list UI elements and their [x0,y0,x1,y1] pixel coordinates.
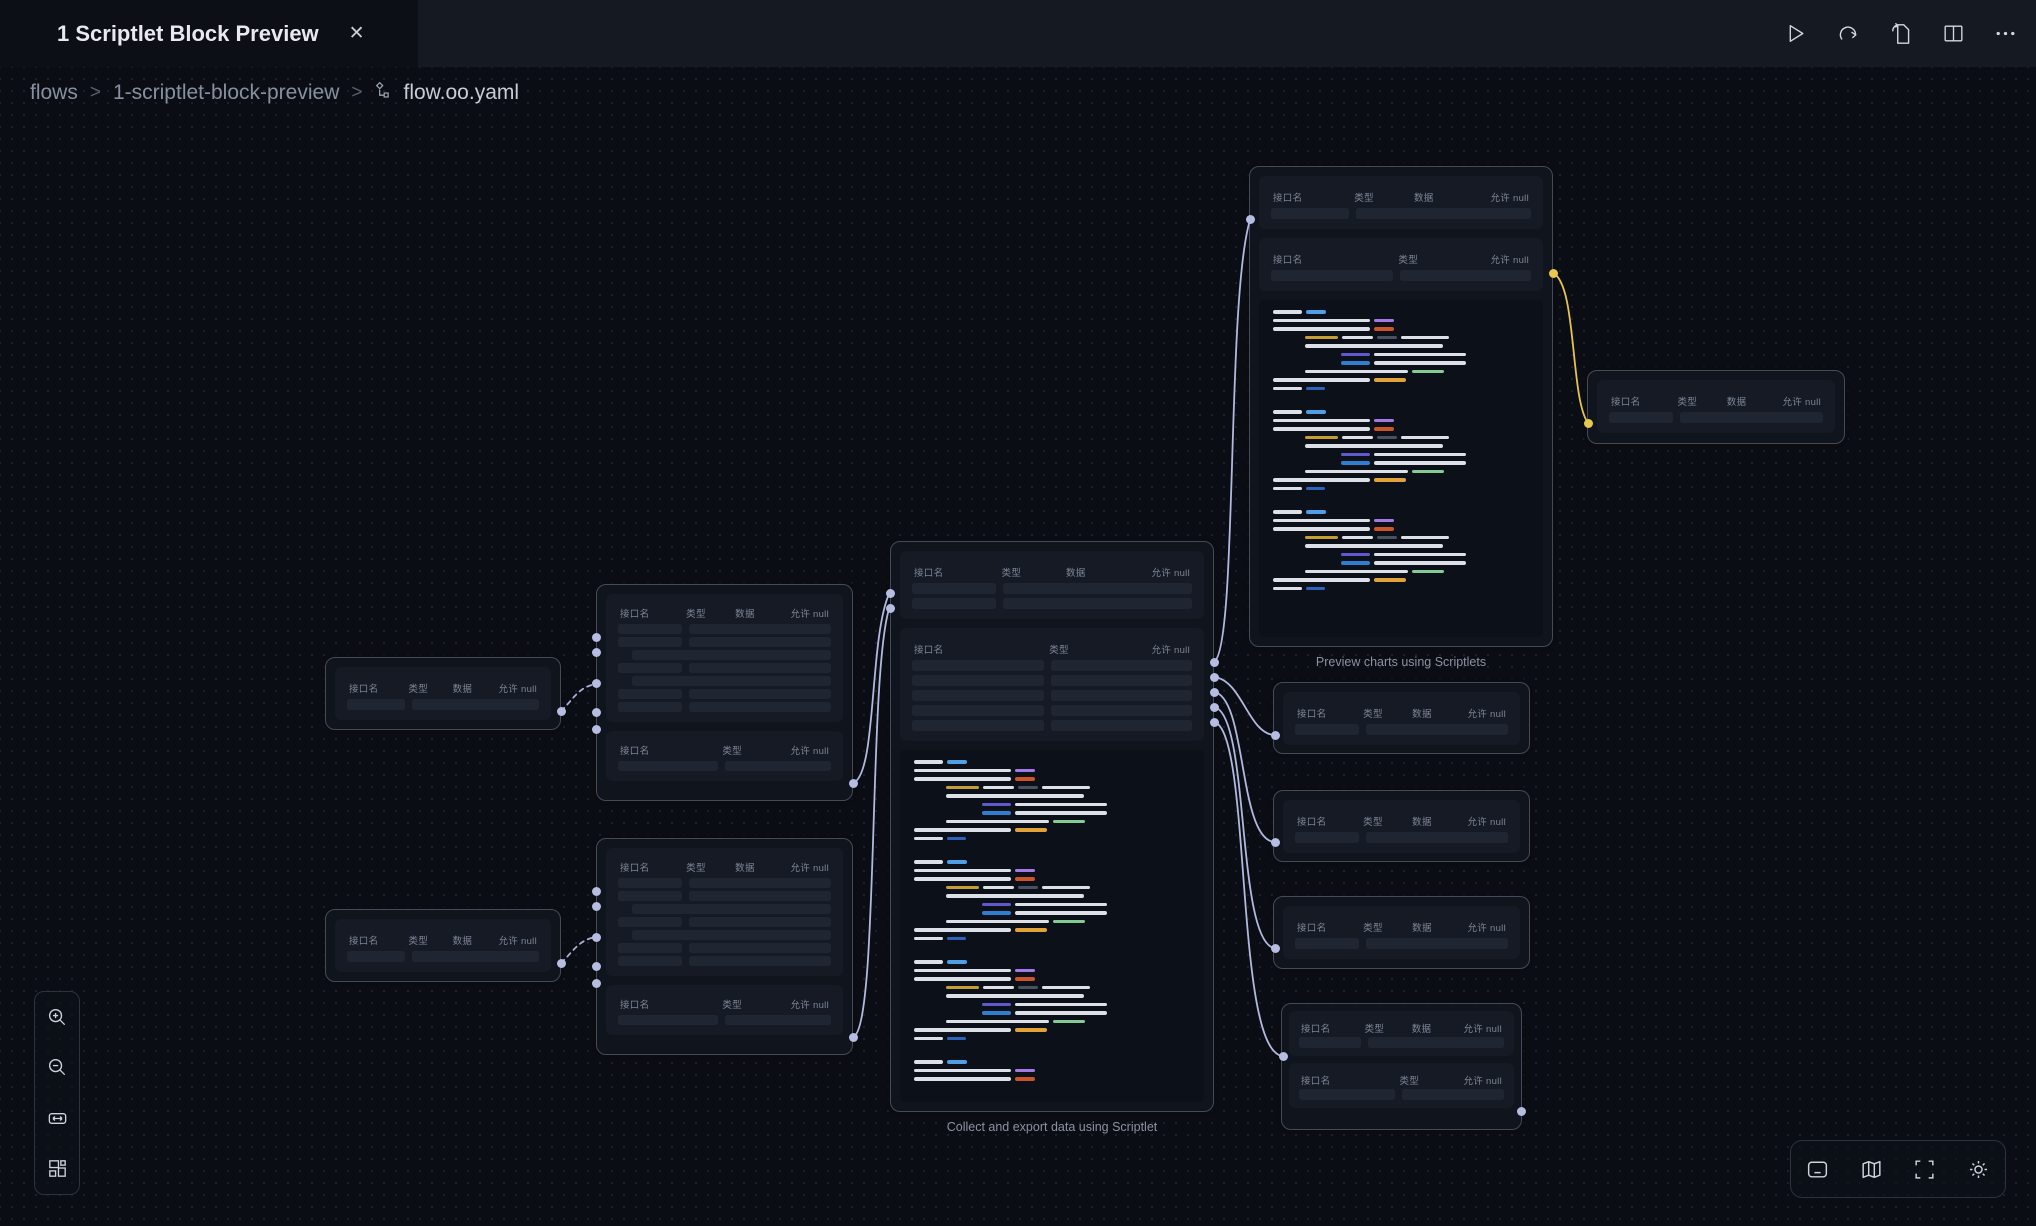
flow-edge[interactable] [853,594,889,783]
auto-layout-icon[interactable] [46,1157,69,1180]
edge-layer [0,67,2036,1226]
zoom-in-icon[interactable] [46,1006,69,1029]
breadcrumb-item-flows[interactable]: flows [30,81,78,105]
zoom-out-icon[interactable] [46,1056,69,1079]
connection-port[interactable] [1271,944,1280,953]
tab-title: 1 Scriptlet Block Preview [57,21,319,47]
connection-port[interactable] [1271,838,1280,847]
connection-port[interactable] [1210,718,1219,727]
breadcrumb: flows > 1-scriptlet-block-preview > flow… [30,81,519,105]
minimap-icon[interactable] [1859,1157,1884,1182]
connection-port[interactable] [1210,703,1219,712]
connection-port[interactable] [592,979,601,988]
zoom-toolbar [34,991,80,1195]
editor-tab-bar: 1 Scriptlet Block Preview ✕ [0,0,2036,67]
fit-width-icon[interactable] [46,1107,69,1130]
tab-close-button[interactable]: ✕ [343,21,371,46]
flow-edge[interactable] [1214,677,1274,735]
split-editor-icon[interactable] [1941,21,1966,46]
connection-port[interactable] [1210,673,1219,682]
flow-edge[interactable] [853,609,889,1037]
connection-port[interactable] [592,902,601,911]
breadcrumb-item-flow-folder[interactable]: 1-scriptlet-block-preview [113,81,339,105]
connection-port[interactable] [1517,1107,1526,1116]
connection-port[interactable] [557,707,566,716]
canvas-control-toolbar [1790,1140,2006,1198]
flow-edge[interactable] [1553,273,1588,423]
flow-edge[interactable] [1214,220,1250,662]
flow-editor-window: 1 Scriptlet Block Preview ✕ flows > [0,0,2036,1226]
flow-graph-icon [374,81,391,105]
connection-port[interactable] [592,648,601,657]
connection-port[interactable] [592,962,601,971]
connection-port[interactable] [592,708,601,717]
breadcrumb-separator: > [90,82,101,104]
flow-edge[interactable] [561,684,596,711]
play-icon[interactable] [1783,21,1808,46]
connection-port[interactable] [849,779,858,788]
flow-canvas[interactable]: flows > 1-scriptlet-block-preview > flow… [0,67,2036,1226]
flow-edge[interactable] [1214,722,1282,1056]
connection-port[interactable] [592,633,601,642]
connection-port[interactable] [886,589,895,598]
console-icon[interactable] [1805,1157,1830,1182]
connection-port[interactable] [1210,688,1219,697]
connection-port[interactable] [886,604,895,613]
flow-graph-icon [22,21,43,47]
flow-edge[interactable] [561,937,596,963]
breadcrumb-item-file[interactable]: flow.oo.yaml [403,81,519,105]
rerun-icon[interactable] [1835,21,1861,47]
flow-edge[interactable] [1214,707,1274,948]
connection-port[interactable] [1210,658,1219,667]
connection-port[interactable] [592,933,601,942]
connection-port[interactable] [592,725,601,734]
connection-port[interactable] [1271,731,1280,740]
connection-port[interactable] [1584,419,1593,428]
connection-port[interactable] [1279,1052,1288,1061]
connection-port[interactable] [592,887,601,896]
editor-actions [1783,0,2018,67]
fullscreen-icon[interactable] [1912,1157,1937,1182]
ellipsis-icon[interactable] [1993,21,2018,46]
active-tab[interactable]: 1 Scriptlet Block Preview ✕ [0,0,418,67]
settings-icon[interactable] [1966,1157,1991,1182]
connection-port[interactable] [592,679,601,688]
connection-port[interactable] [557,959,566,968]
file-preview-icon[interactable] [1888,21,1914,47]
connection-port[interactable] [1549,269,1558,278]
connection-port[interactable] [849,1033,858,1042]
connection-port[interactable] [1246,215,1255,224]
breadcrumb-separator: > [351,82,362,104]
